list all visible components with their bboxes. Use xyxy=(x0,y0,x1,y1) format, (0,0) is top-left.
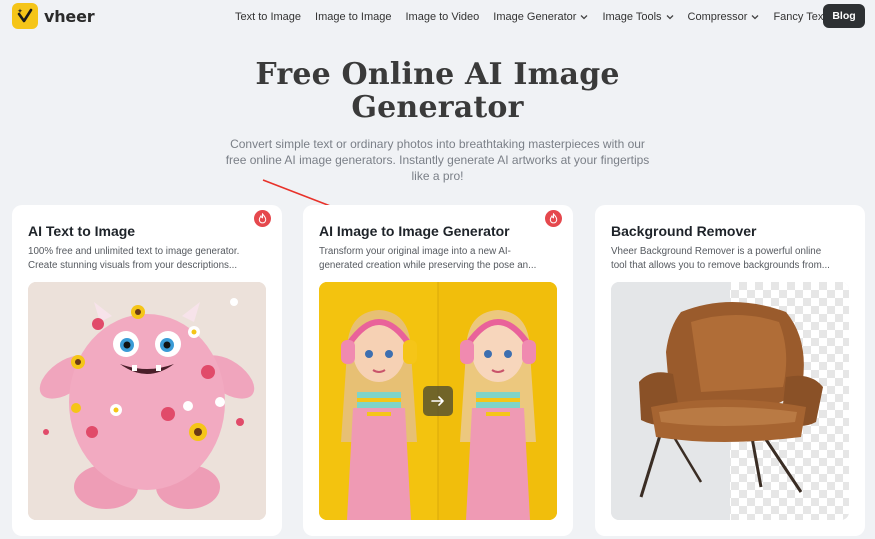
card-description: Transform your original image into a new… xyxy=(319,245,559,273)
nav-label: Image Tools xyxy=(602,11,662,23)
chevron-down-icon xyxy=(580,14,588,20)
card-desc-line: Transform your original image into a new… xyxy=(319,246,511,257)
card-title: AI Image to Image Generator xyxy=(319,223,510,239)
nav-label: Fancy Text xyxy=(773,11,827,23)
blog-button[interactable]: Blog xyxy=(823,4,865,28)
top-navbar: vheer Text to Image Image to Image Image… xyxy=(0,0,875,34)
card-description: Vheer Background Remover is a powerful o… xyxy=(611,245,851,273)
monster-image xyxy=(28,282,266,520)
card-desc-line: generated creation while preserving the … xyxy=(319,260,537,271)
nav-image-generator-dropdown[interactable]: Image Generator xyxy=(493,11,588,23)
before-after-image xyxy=(319,282,557,520)
nav-image-to-video[interactable]: Image to Video xyxy=(405,11,479,23)
card-desc-line: 100% free and unlimited text to image ge… xyxy=(28,246,240,257)
card-desc-line: Vheer Background Remover is a powerful o… xyxy=(611,246,822,257)
page-title: Free Online AI Image Generator xyxy=(0,58,875,124)
compare-arrow-button[interactable] xyxy=(423,386,453,416)
nav-image-to-image[interactable]: Image to Image xyxy=(315,11,391,23)
nav-label: Image to Image xyxy=(315,11,392,23)
card-desc-line: tool that allows you to remove backgroun… xyxy=(611,260,830,271)
main-nav: Text to Image Image to Image Image to Vi… xyxy=(235,11,852,23)
brand-name: vheer xyxy=(44,6,95,26)
tool-card-text-to-image[interactable]: AI Text to Image 100% free and unlimited… xyxy=(12,205,282,536)
tool-card-image-to-image[interactable]: AI Image to Image Generator Transform yo… xyxy=(303,205,573,536)
nav-compressor-dropdown[interactable]: Compressor xyxy=(688,11,760,23)
title-line-2: Generator xyxy=(351,90,524,125)
card-title: Background Remover xyxy=(611,223,757,239)
nav-text-to-image[interactable]: Text to Image xyxy=(235,11,301,23)
fire-icon xyxy=(545,210,562,227)
nav-image-tools-dropdown[interactable]: Image Tools xyxy=(602,11,674,23)
chevron-down-icon xyxy=(666,14,674,20)
tool-card-background-remover[interactable]: Background Remover Vheer Background Remo… xyxy=(595,205,865,536)
fire-icon xyxy=(254,210,271,227)
card-description: 100% free and unlimited text to image ge… xyxy=(28,245,268,273)
nav-label: Text to Image xyxy=(235,11,302,23)
logo[interactable]: vheer xyxy=(12,3,95,29)
nav-label: Image to Video xyxy=(405,11,480,23)
chevron-down-icon xyxy=(751,14,759,20)
vheer-logo-icon xyxy=(12,3,38,29)
card-title: AI Text to Image xyxy=(28,223,136,239)
nav-label: Compressor xyxy=(687,11,748,23)
arrow-right-icon xyxy=(431,396,444,406)
nav-label: Image Generator xyxy=(493,11,577,23)
chair-image xyxy=(611,282,849,520)
card-desc-line: Create stunning visuals from your descri… xyxy=(28,260,238,271)
title-line-1: Free Online AI Image xyxy=(255,57,620,92)
